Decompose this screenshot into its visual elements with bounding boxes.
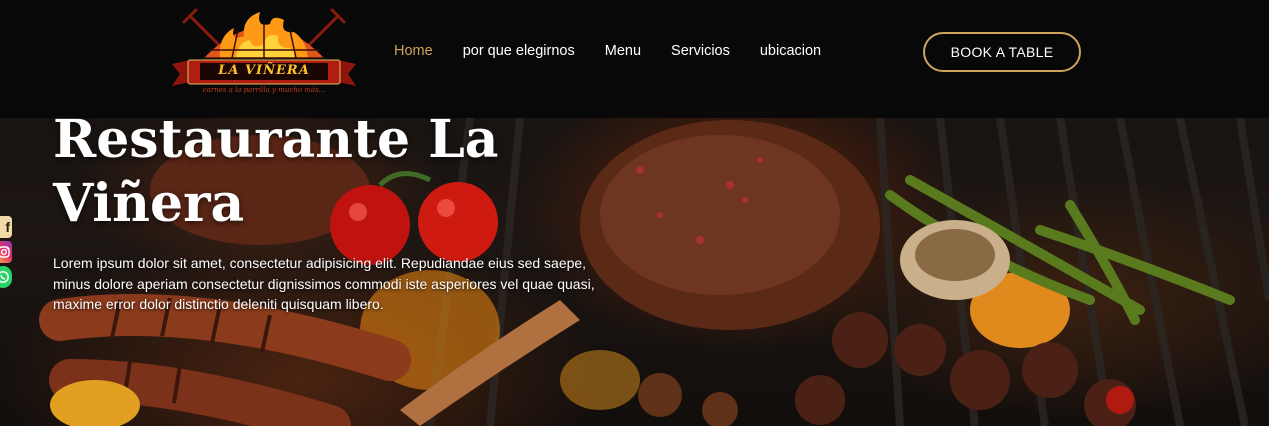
facebook-glyph: f [5,219,10,235]
nav-link-por-que-elegirnos[interactable]: por que elegirnos [463,43,575,59]
logo-tagline: carnes a la parrilla y mucho más... [202,86,326,94]
nav-link-servicios[interactable]: Servicios [671,43,730,59]
social-icons-bar: f [0,216,12,288]
main-nav-menu: Home por que elegirnos Menu Servicios ub… [394,43,851,59]
hero-title: Restaurante La Viñera [53,109,499,234]
instagram-icon[interactable] [0,241,12,263]
top-navbar: LA VIÑERA carnes a la parrilla y mucho m… [0,0,1269,118]
nav-link-menu[interactable]: Menu [605,43,641,59]
logo-text: LA VIÑERA [218,63,310,78]
nav-link-ubicacion[interactable]: ubicacion [760,43,821,59]
whatsapp-glyph [0,271,9,283]
nav-link-home[interactable]: Home [394,43,433,59]
instagram-glyph [0,246,10,258]
whatsapp-icon[interactable] [0,266,12,288]
hero-description: Lorem ipsum dolor sit amet, consectetur … [53,255,595,312]
restaurant-logo[interactable]: LA VIÑERA carnes a la parrilla y mucho m… [168,6,360,102]
facebook-icon[interactable]: f [0,216,12,238]
book-a-table-button[interactable]: BOOK A TABLE [923,32,1081,72]
